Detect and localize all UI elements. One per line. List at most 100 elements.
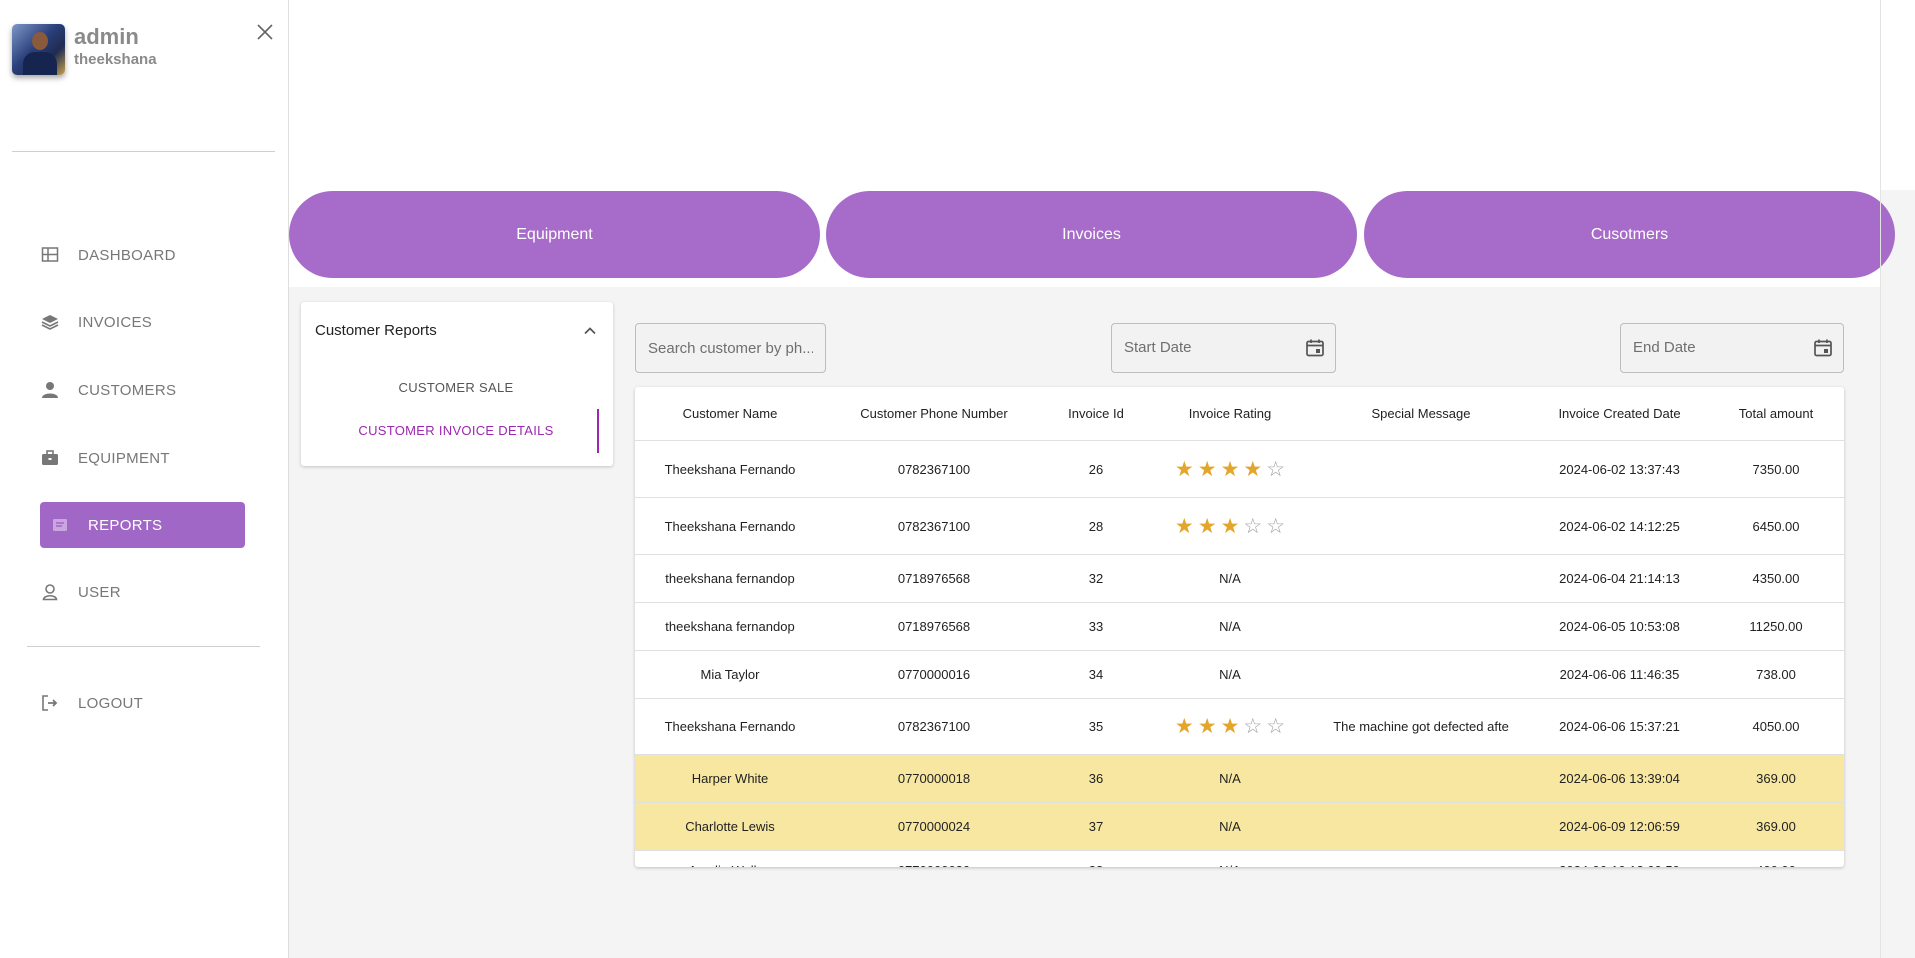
table-row[interactable]: Theekshana Fernando 0782367100 28 ★ ★ ★ ☆ ☆ 2024… [635, 497, 1844, 555]
avatar[interactable] [12, 24, 65, 75]
close-icon[interactable] [253, 20, 277, 44]
cell-invoice-id: 26 [1043, 440, 1149, 498]
header-area [289, 0, 1915, 190]
cell-message [1311, 440, 1531, 498]
sidebar-divider [12, 151, 275, 152]
col-invoice-id[interactable]: Invoice Id [1043, 387, 1149, 441]
table-row[interactable]: Theekshana Fernando 0782367100 26 ★ ★ ★ ★ ☆ 2024… [635, 440, 1844, 498]
star-empty-icon: ☆ [1266, 457, 1286, 481]
search-field[interactable] [635, 323, 826, 373]
cell-phone: 0770000016 [825, 650, 1043, 699]
star-filled-icon: ★ [1220, 514, 1240, 538]
table-row[interactable]: Theekshana Fernando 0782367100 35 ★ ★ ★ ☆ ☆ The … [635, 698, 1844, 755]
logout-icon [40, 693, 60, 713]
cell-total: 369.00 [1708, 754, 1844, 803]
cell-rating: N/A [1149, 802, 1311, 851]
col-special-message[interactable]: Special Message [1311, 387, 1531, 441]
sidebar-item-reports[interactable]: REPORTS [40, 502, 245, 548]
chevron-up-icon[interactable] [581, 322, 599, 340]
sidebar-item-equipment[interactable]: EQUIPMENT [40, 435, 245, 481]
start-date-label: Start Date [1124, 339, 1192, 356]
table-row[interactable]: Harper White 0770000018 36 N/A 2024-06-06 13… [635, 754, 1844, 803]
cell-rating: N/A [1149, 602, 1311, 651]
page-edge [1880, 0, 1881, 958]
grid-icon [40, 245, 60, 265]
star-filled-icon: ★ [1197, 715, 1217, 738]
panel-item-customer-sale[interactable]: CUSTOMER SALE [301, 380, 611, 395]
panel-title[interactable]: Customer Reports [315, 322, 437, 339]
sidebar-item-customers[interactable]: CUSTOMERS [40, 367, 245, 413]
report-icon [50, 515, 70, 535]
cell-customer-name: Amelia Walker [635, 850, 825, 867]
col-customer-name[interactable]: Customer Name [635, 387, 825, 441]
person-icon [40, 380, 60, 400]
pill-customers[interactable]: Cusotmers [1364, 191, 1895, 278]
panel-item-customer-invoice-details[interactable]: CUSTOMER INVOICE DETAILS [301, 423, 611, 438]
cell-invoice-id: 34 [1043, 650, 1149, 699]
cell-message [1311, 497, 1531, 555]
cell-date: 2024-06-05 10:53:08 [1531, 602, 1708, 651]
star-empty-icon: ☆ [1243, 514, 1263, 538]
col-created-date[interactable]: Invoice Created Date [1531, 387, 1708, 441]
table-header-row: Customer Name Customer Phone Number Invo… [635, 387, 1844, 441]
end-date-label: End Date [1633, 339, 1696, 356]
cell-message [1311, 554, 1531, 603]
pill-equipment[interactable]: Equipment [289, 191, 820, 278]
sidebar-item-label: REPORTS [88, 516, 163, 534]
table-row[interactable]: theekshana fernandop 0718976568 32 N/A 2024-… [635, 554, 1844, 603]
start-date-field[interactable]: Start Date [1111, 323, 1336, 373]
star-filled-icon: ★ [1197, 514, 1217, 538]
col-customer-phone[interactable]: Customer Phone Number [825, 387, 1043, 441]
cell-invoice-id: 35 [1043, 698, 1149, 755]
cell-message [1311, 650, 1531, 699]
cell-phone: 0770000024 [825, 802, 1043, 851]
calendar-icon[interactable] [1813, 338, 1833, 358]
star-empty-icon: ☆ [1266, 715, 1286, 738]
search-input[interactable] [636, 324, 825, 372]
cell-phone: 0770000018 [825, 754, 1043, 803]
sidebar: admin theekshana DASHBOARD INVOICES CUST… [0, 0, 289, 958]
cell-rating: ★ ★ ★ ☆ ☆ [1149, 698, 1311, 755]
star-filled-icon: ★ [1197, 457, 1217, 481]
col-invoice-rating[interactable]: Invoice Rating [1149, 387, 1311, 441]
sidebar-item-invoices[interactable]: INVOICES [40, 299, 245, 345]
cell-invoice-id: 28 [1043, 497, 1149, 555]
invoice-table-container[interactable]: Customer Name Customer Phone Number Invo… [635, 387, 1844, 867]
sidebar-item-logout[interactable]: LOGOUT [40, 680, 245, 726]
user-outline-icon [40, 582, 60, 602]
cell-phone: 0718976568 [825, 602, 1043, 651]
cell-rating: ★ ★ ★ ★ ☆ [1149, 440, 1311, 498]
calendar-icon[interactable] [1305, 338, 1325, 358]
cell-invoice-id: 38 [1043, 850, 1149, 867]
col-total-amount[interactable]: Total amount [1708, 387, 1844, 441]
cell-date: 2024-06-09 12:06:59 [1531, 802, 1708, 851]
cell-total: 738.00 [1708, 650, 1844, 699]
cell-rating: N/A [1149, 554, 1311, 603]
table-row[interactable]: Charlotte Lewis 0770000024 37 N/A 2024-06-09… [635, 802, 1844, 851]
pill-invoices[interactable]: Invoices [826, 191, 1357, 278]
end-date-field[interactable]: End Date [1620, 323, 1844, 373]
cell-customer-name: theekshana fernandop [635, 554, 825, 603]
sidebar-item-dashboard[interactable]: DASHBOARD [40, 232, 245, 278]
table-row[interactable]: Mia Taylor 0770000016 34 N/A 2024-06-06 11:4… [635, 650, 1844, 699]
cell-total: 7350.00 [1708, 440, 1844, 498]
cell-date: 2024-06-06 11:46:35 [1531, 650, 1708, 699]
sidebar-item-user[interactable]: USER [40, 569, 245, 615]
cell-date: 2024-06-04 21:14:13 [1531, 554, 1708, 603]
cell-phone: 0782367100 [825, 440, 1043, 498]
sidebar-item-label: CUSTOMERS [78, 381, 177, 399]
table-row[interactable]: theekshana fernandop 0718976568 33 N/A 2024-… [635, 602, 1844, 651]
cell-date: 2024-06-10 12:00:59 [1531, 850, 1708, 867]
table-row[interactable]: Amelia Walker077000002038N/A 2024-06-10 1… [635, 850, 1844, 867]
cell-phone: 0770000020 [825, 850, 1043, 867]
star-filled-icon: ★ [1174, 514, 1194, 538]
cell-customer-name: Harper White [635, 754, 825, 803]
cell-rating: N/A [1149, 754, 1311, 803]
cell-total: 11250.00 [1708, 602, 1844, 651]
cell-message [1311, 602, 1531, 651]
sidebar-item-label: EQUIPMENT [78, 449, 170, 467]
star-filled-icon: ★ [1174, 457, 1194, 481]
sidebar-item-label: LOGOUT [78, 694, 144, 712]
cell-rating: N/A [1149, 650, 1311, 699]
invoice-table: Customer Name Customer Phone Number Invo… [635, 387, 1844, 867]
